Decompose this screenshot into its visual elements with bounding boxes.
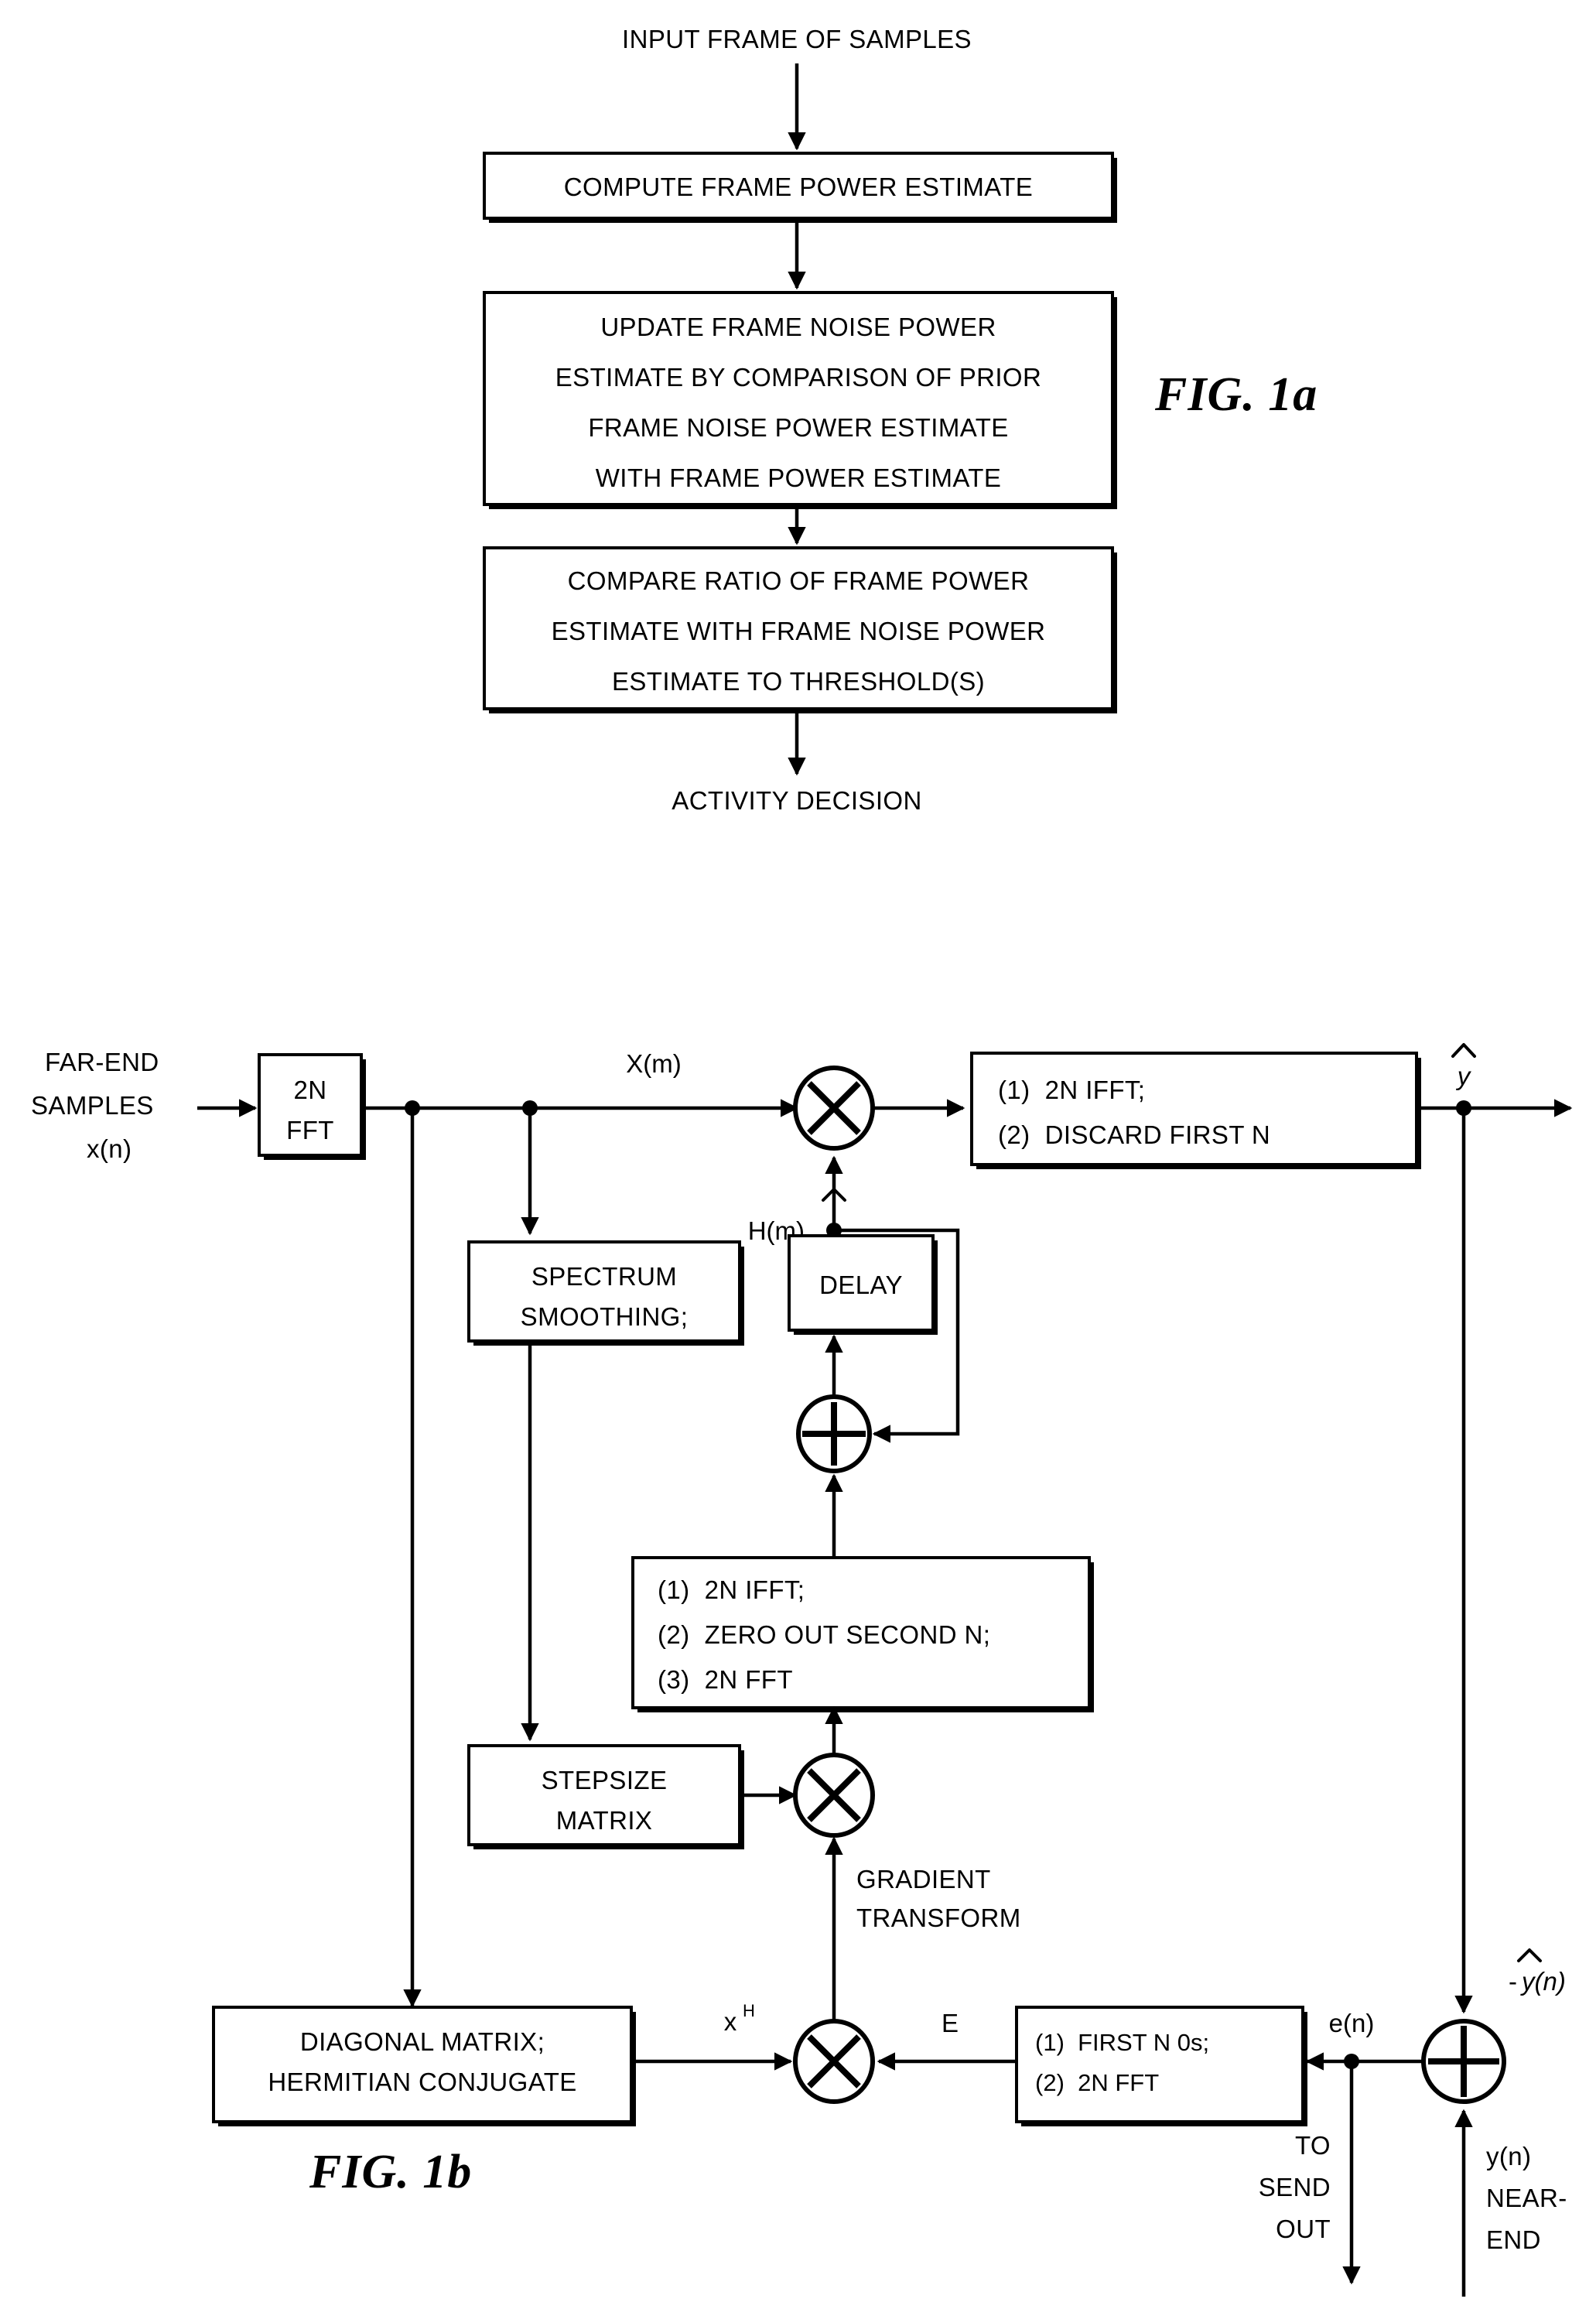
fig1b-signal-E: E — [942, 2009, 959, 2037]
fig1b-signal-x-hermitian-sup: H — [743, 2001, 755, 2020]
fig1b-diagonal-line2: HERMITIAN CONJUGATE — [268, 2068, 576, 2096]
fig1a-box3-line2: ESTIMATE WITH FRAME NOISE POWER — [552, 617, 1046, 645]
patent-drawing-sheet: FIG. 1a INPUT FRAME OF SAMPLES COMPUTE F… — [0, 0, 1596, 2309]
fig1a-output-label: ACTIVITY DECISION — [672, 786, 921, 815]
fig1b-signal-neg-y-hat-prefix: - — [1509, 1967, 1517, 1996]
fig1b-far-end-line2: SAMPLES — [31, 1091, 154, 1120]
fig1b-gradient-line1: GRADIENT — [856, 1865, 991, 1893]
fig1a-box3-line3: ESTIMATE TO THRESHOLD(S) — [612, 667, 985, 696]
fig1b-send-out-line3: OUT — [1276, 2215, 1331, 2243]
fig1b-ifft-zero-line1: (1) 2N IFFT; — [658, 1575, 805, 1604]
fig1b-firstn-line1: (1) FIRST N 0s; — [1035, 2029, 1209, 2056]
fig1a-box2-line2: ESTIMATE BY COMPARISON OF PRIOR — [555, 363, 1041, 392]
fig1b-send-out-line2: SEND — [1259, 2173, 1331, 2201]
fig1b-block-diagonal-matrix — [212, 2006, 633, 2123]
figure-1b-label: FIG. 1b — [309, 2146, 472, 2198]
fig1a-box2-line3: FRAME NOISE POWER ESTIMATE — [588, 413, 1008, 442]
fig1b-near-end-line2: NEAR- — [1486, 2184, 1567, 2212]
fig1a-box1-line1: COMPUTE FRAME POWER ESTIMATE — [564, 173, 1033, 201]
fig1b-block-first-n-zeros-fft — [1015, 2006, 1304, 2123]
fig1b-y-hat-accent — [1451, 1043, 1476, 1058]
figure-1a-and-1b-canvas: FIG. 1a INPUT FRAME OF SAMPLES COMPUTE F… — [31, 25, 1573, 2297]
fig1b-signal-y-hat: y — [1456, 1062, 1472, 1090]
fig1b-fft-line2: FFT — [286, 1116, 334, 1144]
fig1b-far-end-line3: x(n) — [87, 1134, 132, 1163]
fig1b-signal-x-hermitian: x — [724, 2007, 737, 2036]
figure-1a-label: FIG. 1a — [1154, 368, 1317, 421]
fig1b-send-out-line1: TO — [1295, 2131, 1331, 2160]
fig1b-ifft-discard-line1: (1) 2N IFFT; — [998, 1076, 1145, 1104]
fig1b-signal-x-m: X(m) — [626, 1049, 681, 1078]
fig1a-box2-line1: UPDATE FRAME NOISE POWER — [600, 313, 996, 341]
fig1a-box3-line1: COMPARE RATIO OF FRAME POWER — [568, 566, 1030, 595]
fig1b-ifft-zero-line3: (3) 2N FFT — [658, 1665, 793, 1694]
fig1b-gradient-line2: TRANSFORM — [856, 1904, 1021, 1932]
fig1b-spectrum-line2: SMOOTHING; — [521, 1302, 689, 1331]
fig1b-spectrum-line1: SPECTRUM — [531, 1262, 677, 1291]
fig1a-input-label: INPUT FRAME OF SAMPLES — [622, 25, 972, 53]
fig1b-delay-label: DELAY — [819, 1271, 903, 1299]
fig1b-ifft-zero-line2: (2) ZERO OUT SECOND N; — [658, 1620, 990, 1649]
fig1b-ifft-discard-line2: (2) DISCARD FIRST N — [998, 1120, 1270, 1149]
fig1b-stepsize-line2: MATRIX — [556, 1806, 653, 1835]
fig1b-far-end-line1: FAR-END — [45, 1048, 159, 1076]
fig1a-box2-line4: WITH FRAME POWER ESTIMATE — [596, 464, 1002, 492]
fig1b-fft-line1: 2N — [294, 1076, 327, 1104]
fig1b-signal-neg-y-hat-n: y(n) — [1520, 1967, 1566, 1996]
fig1b-diagonal-line1: DIAGONAL MATRIX; — [300, 2027, 545, 2056]
fig1b-signal-e-n: e(n) — [1329, 2009, 1375, 2037]
fig1b-firstn-line2: (2) 2N FFT — [1035, 2069, 1159, 2096]
fig1b-stepsize-line1: STEPSIZE — [542, 1766, 668, 1794]
fig1b-near-end-line3: END — [1486, 2225, 1541, 2254]
fig1b-neg-y-hat-accent — [1517, 1948, 1542, 1962]
fig1b-near-end-line1: y(n) — [1486, 2142, 1531, 2170]
